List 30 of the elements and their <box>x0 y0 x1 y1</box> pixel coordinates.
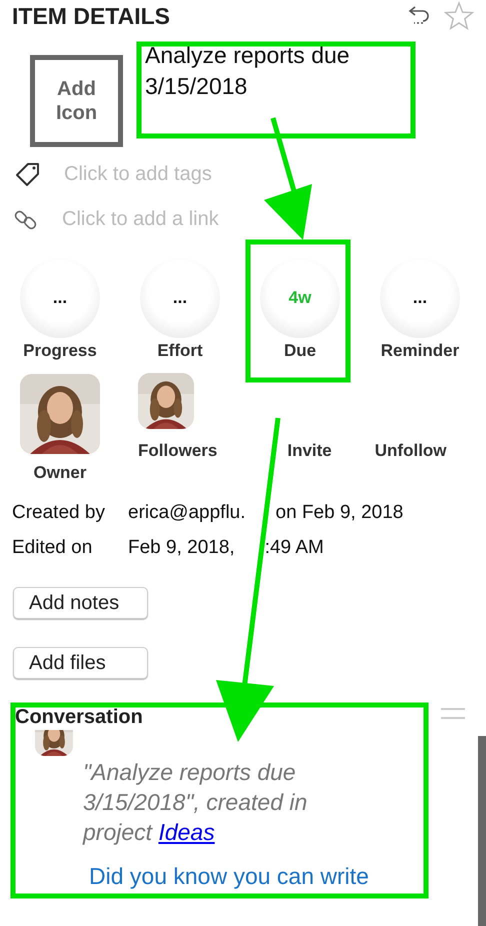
value-circle-button[interactable]: ... <box>20 258 100 338</box>
tags-field[interactable]: Click to add tags <box>64 163 254 186</box>
star-icon[interactable] <box>444 1 474 31</box>
meta-value: Feb 9, 2018, <box>128 536 235 558</box>
attribute-label: Due <box>284 341 316 361</box>
message-text: "Analyze reports due 3/15/2018", created in project Ideas <box>83 758 308 847</box>
link-field[interactable]: Click to add a link <box>62 208 252 231</box>
add-icon-button[interactable]: Add Icon <box>30 55 123 147</box>
project-link[interactable]: Ideas <box>158 819 215 845</box>
panel-title: ITEM DETAILS <box>12 2 170 30</box>
meta-value: :49 AM <box>264 536 324 558</box>
owner-label: Owner <box>34 463 86 483</box>
action-link[interactable]: Unfollow <box>374 441 447 461</box>
value-circle-button[interactable]: ... <box>140 258 220 338</box>
attribute-label: Effort <box>157 341 203 361</box>
action-link[interactable]: Invite <box>287 441 332 461</box>
attribute-label: Reminder <box>380 341 460 361</box>
item-title[interactable]: Analyze reports due 3/15/2018 <box>145 40 390 152</box>
value-circle-button[interactable]: ... <box>380 258 460 338</box>
attribute-label: Progress <box>23 341 97 361</box>
tag-icon <box>14 160 42 188</box>
meta-value: erica@appflu. <box>128 502 246 524</box>
hint-text: Did you know you can write <box>88 862 370 890</box>
scrollbar[interactable] <box>478 736 486 926</box>
add-button[interactable]: Add files <box>13 647 148 679</box>
add-button[interactable]: Add notes <box>13 587 148 619</box>
meta-label: Created by <box>12 502 106 524</box>
meta-value: on Feb 9, 2018 <box>276 502 404 524</box>
meta-label: Edited on <box>12 536 94 558</box>
followers-label: Followers <box>138 441 218 461</box>
